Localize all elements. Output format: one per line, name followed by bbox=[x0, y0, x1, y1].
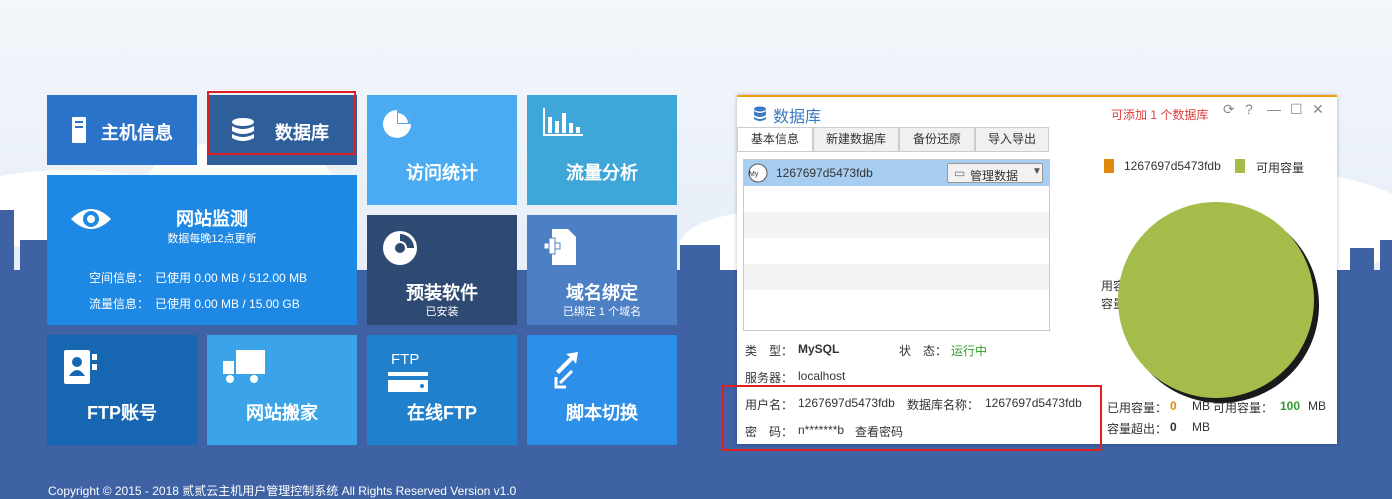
tab-basic-info[interactable]: 基本信息 bbox=[737, 127, 813, 152]
legend-swatch-available bbox=[1235, 159, 1245, 173]
minimize-icon[interactable]: — bbox=[1267, 101, 1281, 117]
available-capacity-label: 可用容量： bbox=[1213, 401, 1274, 415]
used-capacity-unit: MB bbox=[1192, 399, 1210, 413]
tile-label: 在线FTP bbox=[407, 403, 477, 423]
legend-swatch-database bbox=[1104, 159, 1114, 173]
tile-online-ftp[interactable]: FTP 在线FTP bbox=[367, 335, 517, 445]
tile-sublabel: 已绑定 1 个域名 bbox=[562, 306, 642, 318]
tile-ftp-account[interactable]: FTP账号 bbox=[47, 335, 197, 445]
copyright-footer: Copyright © 2015 - 2018 贰贰云主机用户管理控制系统 Al… bbox=[48, 484, 517, 498]
list-item bbox=[744, 238, 1049, 264]
tab-import-export[interactable]: 导入导出 bbox=[975, 127, 1049, 151]
flow-label: 流量信息： bbox=[89, 297, 150, 311]
tile-label: 域名绑定 bbox=[566, 283, 638, 303]
over-capacity-label: 容量超出： bbox=[1107, 422, 1168, 436]
tile-label: 主机信息 bbox=[101, 123, 173, 143]
tile-preinstall-software[interactable]: 预装软件 已安装 bbox=[367, 215, 517, 325]
maximize-icon[interactable]: ☐ bbox=[1290, 101, 1303, 118]
contact-book-icon bbox=[64, 350, 97, 384]
tab-divider bbox=[737, 151, 1049, 152]
database-panel: 数据库 可添加 1 个数据库 ⟳ ? — ☐ ✕ 基本信息 新建数据库 备份还原… bbox=[737, 95, 1337, 444]
username-value: 1267697d5473fdb bbox=[798, 396, 895, 410]
password-label: 密 码： bbox=[745, 425, 794, 439]
tab-new-database[interactable]: 新建数据库 bbox=[813, 127, 899, 151]
disc-icon bbox=[383, 231, 417, 265]
password-value: n*******b bbox=[798, 423, 845, 437]
monitor-subtitle: 数据每晚12点更新 bbox=[167, 233, 257, 245]
legend-available: 可用容量 bbox=[1256, 161, 1305, 175]
bar-chart-icon bbox=[543, 108, 583, 136]
status-label: 状 态： bbox=[899, 344, 948, 358]
status-value: 运行中 bbox=[951, 344, 988, 358]
list-item bbox=[744, 212, 1049, 238]
dbname-label: 数据库名称： bbox=[907, 398, 980, 412]
tile-site-move[interactable]: 网站搬家 bbox=[207, 335, 357, 445]
tile-database[interactable]: 数据库 bbox=[207, 95, 357, 165]
tab-backup-restore[interactable]: 备份还原 bbox=[899, 127, 975, 151]
used-capacity-label: 已用容量： bbox=[1107, 401, 1168, 415]
eye-icon bbox=[71, 209, 111, 229]
over-capacity-unit: MB bbox=[1192, 420, 1210, 434]
flow-value: 已使用 0.00 MB / 15.00 GB bbox=[155, 297, 300, 311]
tile-traffic-analysis[interactable]: 流量分析 bbox=[527, 95, 677, 205]
database-icon bbox=[754, 106, 766, 121]
list-item[interactable]: My 1267697d5473fdb 管理数据 ▭ ▼ bbox=[744, 160, 1049, 186]
list-item bbox=[744, 264, 1049, 290]
available-capacity-value: 100 bbox=[1280, 399, 1301, 413]
tile-script-switch[interactable]: 脚本切换 bbox=[527, 335, 677, 445]
used-capacity-value: 0 bbox=[1170, 399, 1177, 413]
tile-domain-binding[interactable]: 域名绑定 已绑定 1 个域名 bbox=[527, 215, 677, 325]
tile-label: 网站搬家 bbox=[246, 403, 318, 423]
manage-data-label: 管理数据 bbox=[970, 169, 1019, 183]
server-label: 服务器： bbox=[745, 371, 794, 385]
type-label: 类 型： bbox=[745, 344, 794, 358]
tile-visit-stats[interactable]: 访问统计 bbox=[367, 95, 517, 205]
switch-arrows-icon bbox=[554, 352, 578, 389]
server-value: localhost bbox=[798, 369, 846, 383]
tile-label: 数据库 bbox=[275, 123, 329, 143]
tile-label: 访问统计 bbox=[406, 163, 478, 183]
document-plus-icon bbox=[543, 229, 576, 265]
over-capacity-value: 0 bbox=[1170, 420, 1177, 434]
database-list: My 1267697d5473fdb 管理数据 ▭ ▼ bbox=[743, 159, 1050, 331]
chevron-down-icon[interactable]: ▼ bbox=[1032, 166, 1042, 177]
available-capacity-unit: MB bbox=[1308, 399, 1326, 413]
help-icon[interactable]: ? bbox=[1245, 101, 1253, 117]
tile-label: FTP账号 bbox=[87, 403, 157, 423]
pie-slice-available bbox=[1118, 202, 1314, 398]
close-icon[interactable]: ✕ bbox=[1312, 101, 1324, 118]
dbname-value: 1267697d5473fdb bbox=[985, 396, 1082, 410]
type-value: MySQL bbox=[798, 342, 840, 356]
panel-quota-note: 可添加 1 个数据库 bbox=[1111, 108, 1209, 122]
space-value: 已使用 0.00 MB / 512.00 MB bbox=[155, 271, 308, 285]
tile-label: 脚本切换 bbox=[566, 403, 638, 423]
ftp-icon-caption: FTP bbox=[391, 351, 420, 368]
monitor-title: 网站监测 bbox=[176, 209, 248, 229]
database-name: 1267697d5473fdb bbox=[776, 166, 873, 180]
refresh-icon[interactable]: ⟳ bbox=[1223, 101, 1235, 118]
view-password-link[interactable]: 查看密码 bbox=[855, 423, 903, 440]
space-label: 空间信息： bbox=[89, 271, 150, 285]
tile-site-monitor[interactable]: 网站监测 数据每晚12点更新 空间信息： 已使用 0.00 MB / 512.0… bbox=[47, 175, 357, 325]
panel-title: 数据库 bbox=[773, 109, 822, 126]
username-label: 用户名： bbox=[745, 398, 794, 412]
tile-label: 预装软件 bbox=[406, 283, 478, 303]
tile-host-info[interactable]: 主机信息 bbox=[47, 95, 197, 165]
list-item bbox=[744, 186, 1049, 212]
tile-label: 流量分析 bbox=[566, 163, 638, 183]
legend-database: 1267697d5473fdb bbox=[1124, 159, 1221, 173]
list-item bbox=[744, 290, 1049, 316]
capacity-pie-chart bbox=[1118, 202, 1319, 403]
tile-sublabel: 已安装 bbox=[425, 306, 459, 318]
mysql-icon: My bbox=[748, 163, 768, 183]
ftp-server-icon bbox=[388, 372, 428, 392]
manage-data-button[interactable]: 管理数据 ▭ ▼ bbox=[947, 163, 1043, 183]
svg-text:My: My bbox=[749, 171, 759, 178]
pie-chart-icon bbox=[383, 110, 411, 138]
truck-icon bbox=[223, 350, 265, 383]
manage-data-icon: ▭ bbox=[954, 166, 966, 180]
